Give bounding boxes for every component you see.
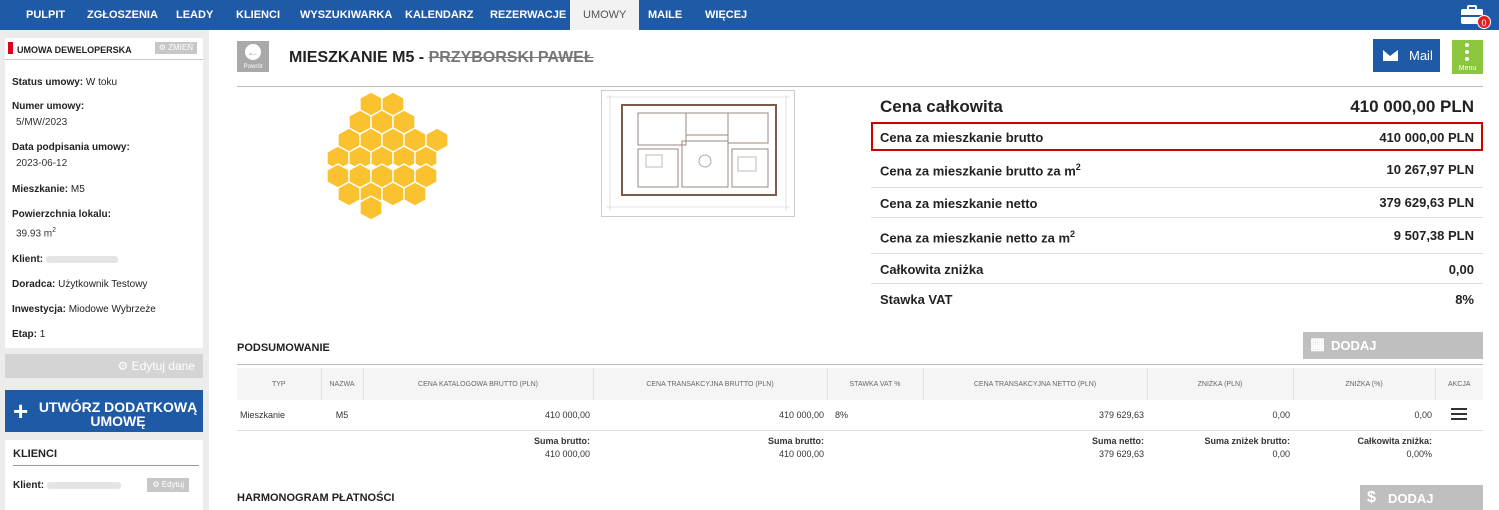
client-value-blurred — [45, 255, 118, 263]
plus-icon: + — [13, 396, 29, 426]
cell-nazwa: M5 — [321, 400, 363, 431]
nav-item-leady[interactable]: LEADY — [176, 0, 213, 30]
back-button[interactable]: ← Powrót — [237, 41, 269, 72]
arrow-left-icon: ← — [245, 44, 261, 60]
price-row-net: Cena za mieszkanie netto 379 629,63 PLN — [871, 188, 1483, 218]
col-typ: TYP — [237, 368, 322, 400]
payment-schedule-title: HARMONOGRAM PŁATNOŚCI — [237, 492, 395, 504]
main-panel: ← Powrót MIESZKANIE M5 - PRZYBORSKI PAWE… — [209, 30, 1499, 510]
nav-item-wyszukiwarka[interactable]: WYSZUKIWARKA — [300, 0, 392, 30]
total-price-label: Cena całkowita — [880, 97, 1003, 116]
cell-transaction-net: 379 629,63 — [923, 400, 1147, 431]
envelope-icon — [1383, 50, 1398, 61]
cell-typ: Mieszkanie — [237, 400, 321, 431]
status-label: Status umowy: W toku — [12, 77, 118, 88]
nav-item-zgloszenia[interactable]: ZGŁOSZENIA — [87, 0, 158, 30]
signed-date-label: Data podpisania umowy: — [12, 142, 130, 153]
price-row-gross: Cena za mieszkanie brutto 410 000,00 PLN — [871, 122, 1483, 151]
investment-label: Inwestycja: Miodowe Wybrzeże — [12, 304, 156, 315]
nav-item-pulpit[interactable]: PULPIT — [26, 0, 65, 30]
price-row-vat: Stawka VAT 8% — [880, 292, 1474, 307]
cell-transaction-gross: 410 000,00 — [593, 400, 827, 431]
cell-catalog-gross: 410 000,00 — [363, 400, 593, 431]
table-row: Mieszkanie M5 410 000,00 410 000,00 8% 3… — [237, 400, 1483, 431]
honeycomb-logo — [326, 91, 449, 220]
col-transaction-gross: CENA TRANSAKCYJNA BRUTTO (PLN) — [593, 368, 828, 400]
investment-value: Miodowe Wybrzeże — [68, 304, 156, 315]
briefcase-icon[interactable]: 0 — [1459, 3, 1491, 29]
signed-date-value: 2023-06-12 — [16, 158, 68, 169]
area-value: 39.93 m2 — [16, 227, 57, 240]
cell-discount-pct: 0,00 — [1293, 400, 1435, 431]
page-title: MIESZKANIE M5 - PRZYBORSKI PAWEŁ — [289, 49, 594, 66]
cell-vat: 8% — [827, 400, 923, 431]
summary-table: TYP NAZWA CENA KATALOGOWA BRUTTO (PLN) C… — [237, 368, 1483, 464]
advisor-label: Doradca: Użytkownik Testowy — [12, 279, 148, 290]
clients-title: KLIENCI — [13, 448, 57, 460]
add-tranche-button[interactable]: $DODAJ TRANSZĘ — [1360, 485, 1483, 510]
red-marker — [8, 42, 13, 54]
add-adjacency-button[interactable]: ▦DODAJ PRZYLEGŁOŚĆ — [1303, 332, 1483, 380]
menu-button[interactable]: Menu — [1452, 40, 1483, 74]
stage-value: 1 — [39, 329, 46, 340]
col-transaction-net: CENA TRANSAKCYJNA NETTO (PLN) — [923, 368, 1148, 400]
clients-client-label: Klient: — [13, 480, 121, 491]
apartment-value: M5 — [70, 184, 85, 195]
nav-item-umowy[interactable]: UMOWY — [570, 0, 640, 30]
client-name-struck: PRZYBORSKI PAWEŁ — [428, 49, 594, 66]
nav-item-rezerwacje[interactable]: REZERWACJE — [490, 0, 566, 30]
nav-item-klienci[interactable]: KLIENCI — [236, 0, 280, 30]
total-price-row: Cena całkowita 410 000,00 PLN — [871, 90, 1483, 122]
client-label: Klient: — [12, 254, 118, 265]
col-action: AKCJA — [1435, 368, 1483, 400]
create-additional-contract-button[interactable]: + UTWÓRZ DODATKOWĄ UMOWĘ — [5, 390, 203, 432]
mail-button[interactable]: Mail — [1373, 39, 1440, 72]
col-vat: STAWKA VAT % — [827, 368, 924, 400]
stage-label: Etap: 1 — [12, 329, 46, 340]
area-label: Powierzchnia lokalu: — [12, 209, 111, 220]
totals-row: Suma brutto: 410 000,00 Suma brutto: 410 0… — [534, 435, 1432, 459]
kebab-icon — [1465, 43, 1470, 64]
col-nazwa: NAZWA — [321, 368, 364, 400]
contract-details-card: UMOWA DEWELOPERSKA ⚙ ZMIEŃ Status umowy:… — [5, 38, 203, 348]
top-navigation: PULPIT ZGŁOSZENIA LEADY KLIENCI WYSZUKIW… — [0, 0, 1499, 30]
dollar-icon: $ — [1367, 489, 1376, 506]
price-row-net-per-m2: Cena za mieszkanie netto za m2 9 507,38 … — [871, 218, 1483, 254]
clients-client-value-blurred — [46, 481, 121, 489]
price-row-gross-per-m2: Cena za mieszkanie brutto za m2 10 267,9… — [871, 152, 1483, 188]
summary-title: PODSUMOWANIE — [237, 342, 330, 354]
hamburger-icon[interactable] — [1451, 405, 1467, 423]
floor-plan-image[interactable] — [601, 90, 795, 217]
edit-data-button[interactable]: ⚙ Edytuj dane — [5, 354, 203, 378]
col-catalog-gross: CENA KATALOGOWA BRUTTO (PLN) — [363, 368, 594, 400]
clients-card: KLIENCI Klient: ⚙ Edytuj — [5, 440, 203, 510]
cell-discount-pln: 0,00 — [1147, 400, 1293, 431]
contract-type-title: UMOWA DEWELOPERSKA — [17, 45, 132, 55]
notification-badge: 0 — [1477, 15, 1491, 29]
price-row-total-discount: Całkowita zniżka 0,00 — [871, 254, 1483, 284]
edit-client-button[interactable]: ⚙ Edytuj — [147, 478, 189, 492]
total-price-value: 410 000,00 PLN — [1350, 97, 1474, 116]
advisor-value: Użytkownik Testowy — [58, 279, 148, 290]
number-value: 5/MW/2023 — [16, 117, 68, 128]
nav-item-kalendarz[interactable]: KALENDARZ — [405, 0, 473, 30]
change-button[interactable]: ⚙ ZMIEŃ — [154, 42, 197, 54]
col-discount-pct: ZNIŻKA (%) — [1293, 368, 1436, 400]
apartment-label: Mieszkanie: M5 — [12, 184, 85, 195]
nav-item-maile[interactable]: MAILE — [648, 0, 682, 30]
status-value: W toku — [85, 77, 118, 88]
building-icon: ▦ — [1310, 336, 1326, 353]
number-label: Numer umowy: — [12, 101, 85, 112]
col-discount-pln: ZNIŻKA (PLN) — [1147, 368, 1294, 400]
gear-icon: ⚙ — [117, 359, 129, 373]
nav-item-wiecej[interactable]: WIĘCEJ — [705, 0, 747, 30]
